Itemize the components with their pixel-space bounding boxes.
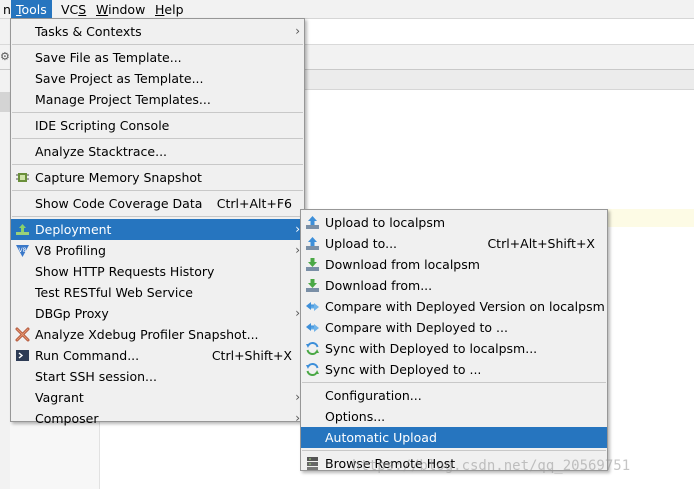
menubar-item-help[interactable]: Help (150, 0, 189, 19)
menu-bar: n Tools VCS Window Help (0, 0, 694, 19)
menu-item-test-restful[interactable]: Test RESTful Web Service (11, 282, 304, 303)
menu-item-capture-memory-snapshot[interactable]: Capture Memory Snapshot (11, 167, 304, 188)
menu-item-start-ssh[interactable]: Start SSH session... (11, 366, 304, 387)
menu-separator (302, 450, 606, 451)
xdebug-icon (15, 327, 30, 342)
menu-item-configuration[interactable]: Configuration... (301, 385, 607, 406)
menu-item-save-file-template[interactable]: Save File as Template... (11, 47, 304, 68)
tools-menu: Tasks & Contexts › Save File as Template… (10, 18, 305, 426)
menu-item-upload-localpsm[interactable]: Upload to localpsm (301, 212, 607, 233)
menubar-item-vcs[interactable]: VCS (56, 0, 91, 19)
menubar-item-window[interactable]: Window (91, 0, 150, 19)
menu-item-sync-deployed-to[interactable]: Sync with Deployed to ... (301, 359, 607, 380)
memory-snapshot-icon (16, 173, 29, 182)
menu-item-upload-to[interactable]: Upload to... Ctrl+Alt+Shift+X (301, 233, 607, 254)
editor-tab-strip (303, 70, 694, 90)
menubar-item-tools[interactable]: Tools (11, 0, 52, 19)
menu-item-compare-deployed-to[interactable]: Compare with Deployed to ... (301, 317, 607, 338)
menu-item-dbgp-proxy[interactable]: DBGp Proxy › (11, 303, 304, 324)
v8-profiling-icon: V8 (16, 245, 29, 257)
menu-item-analyze-stacktrace[interactable]: Analyze Stacktrace... (11, 141, 304, 162)
menu-separator (12, 138, 303, 139)
ide-bottom-panel (10, 420, 100, 489)
ide-left-panel (0, 19, 10, 489)
menu-item-manage-templates[interactable]: Manage Project Templates... (11, 89, 304, 110)
download-from-icon (306, 279, 319, 292)
menu-separator (12, 216, 303, 217)
menu-item-options[interactable]: Options... (301, 406, 607, 427)
terminal-icon (16, 350, 29, 361)
menu-item-vagrant[interactable]: Vagrant › (11, 387, 304, 408)
menu-item-v8-profiling[interactable]: V8 V8 Profiling › (11, 240, 304, 261)
menu-separator (12, 112, 303, 113)
watermark-text: https://blog.csdn.net/qq_20569751 (352, 458, 631, 474)
upload-icon (306, 216, 319, 229)
menu-item-tasks-contexts[interactable]: Tasks & Contexts › (11, 21, 304, 42)
submenu-arrow-icon: › (295, 24, 300, 38)
gear-icon[interactable]: ⚙ (0, 50, 10, 64)
menu-item-download-from[interactable]: Download from... (301, 275, 607, 296)
compare-icon (306, 302, 319, 311)
menu-item-analyze-xdebug[interactable]: Analyze Xdebug Profiler Snapshot... (11, 324, 304, 345)
deployment-icon (16, 224, 29, 235)
menu-item-sync-localpsm[interactable]: Sync with Deployed to localpsm... (301, 338, 607, 359)
compare-to-icon (306, 323, 319, 332)
ide-selected-row (0, 92, 10, 112)
remote-host-icon (307, 457, 318, 470)
menu-item-ide-scripting-console[interactable]: IDE Scripting Console (11, 115, 304, 136)
editor-current-line (607, 209, 694, 227)
menu-item-run-command[interactable]: Run Command... Ctrl+Shift+X (11, 345, 304, 366)
menu-separator (12, 44, 303, 45)
menu-separator (302, 382, 606, 383)
menu-item-show-http-history[interactable]: Show HTTP Requests History (11, 261, 304, 282)
menu-separator (12, 190, 303, 191)
menu-separator (12, 164, 303, 165)
menu-item-save-project-template[interactable]: Save Project as Template... (11, 68, 304, 89)
menu-item-deployment[interactable]: Deployment › (11, 219, 304, 240)
upload-to-icon (306, 237, 319, 250)
svg-text:V8: V8 (19, 247, 27, 254)
menu-item-download-localpsm[interactable]: Download from localpsm (301, 254, 607, 275)
menu-item-automatic-upload[interactable]: Automatic Upload (301, 427, 607, 448)
download-icon (306, 258, 319, 271)
menu-item-show-code-coverage[interactable]: Show Code Coverage Data Ctrl+Alt+F6 (11, 193, 304, 214)
sync-to-icon (306, 362, 319, 377)
menu-item-compare-deployed-localpsm[interactable]: Compare with Deployed Version on localps… (301, 296, 607, 317)
deployment-submenu: Upload to localpsm Upload to... Ctrl+Alt… (300, 209, 608, 471)
sync-icon (306, 341, 319, 356)
menu-item-composer[interactable]: Composer › (11, 408, 304, 429)
